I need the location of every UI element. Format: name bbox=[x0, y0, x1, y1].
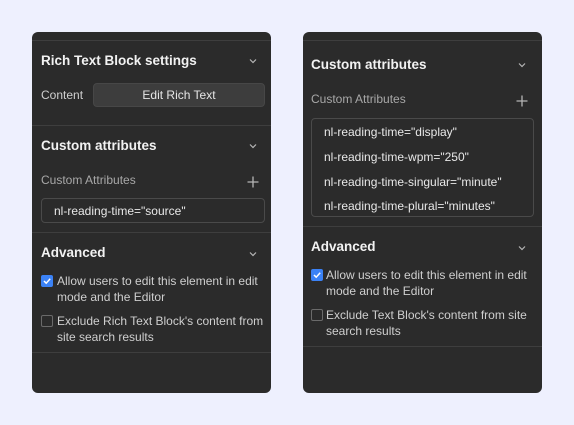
custom-attributes-label: Custom Attributes bbox=[41, 173, 136, 187]
exclude-search-label-line2: search results bbox=[326, 324, 401, 338]
allow-edit-label-line2: mode and the Editor bbox=[57, 290, 166, 304]
edit-rich-text-button[interactable]: Edit Rich Text bbox=[93, 83, 265, 107]
chevron-down-icon[interactable] bbox=[249, 250, 257, 258]
allow-edit-label-line1: Allow users to edit this element in edit bbox=[57, 274, 258, 288]
attribute-entry[interactable]: nl-reading-time-singular="minute" bbox=[324, 175, 502, 189]
allow-edit-checkbox[interactable] bbox=[41, 275, 53, 287]
advanced-title: Advanced bbox=[311, 239, 376, 254]
exclude-search-label-line1: Exclude Rich Text Block's content from bbox=[57, 314, 264, 328]
divider bbox=[32, 232, 271, 233]
attributes-list: nl-reading-time="source" bbox=[41, 198, 265, 223]
custom-attributes-title: Custom attributes bbox=[41, 138, 157, 153]
chevron-down-icon[interactable] bbox=[249, 142, 257, 150]
exclude-search-label-line1: Exclude Text Block's content from site bbox=[326, 308, 527, 322]
divider bbox=[32, 125, 271, 126]
allow-edit-label-line2: mode and the Editor bbox=[326, 284, 435, 298]
left-settings-panel: Rich Text Block settings Content Edit Ri… bbox=[32, 32, 271, 393]
exclude-search-label-line2: site search results bbox=[57, 330, 154, 344]
attributes-list: nl-reading-time="display" nl-reading-tim… bbox=[311, 118, 534, 217]
divider bbox=[303, 346, 542, 347]
divider bbox=[303, 226, 542, 227]
exclude-search-label: Exclude Text Block's content from site s… bbox=[326, 307, 538, 339]
content-label: Content bbox=[41, 88, 84, 102]
divider bbox=[32, 352, 271, 353]
right-settings-panel: Custom attributes Custom Attributes nl-r… bbox=[303, 32, 542, 393]
advanced-title: Advanced bbox=[41, 245, 106, 260]
allow-edit-checkbox[interactable] bbox=[311, 269, 323, 281]
plus-icon[interactable] bbox=[247, 176, 259, 188]
attribute-entry[interactable]: nl-reading-time="display" bbox=[324, 125, 457, 139]
chevron-down-icon[interactable] bbox=[518, 244, 526, 252]
exclude-search-label: Exclude Rich Text Block's content from s… bbox=[57, 313, 267, 345]
exclude-search-checkbox[interactable] bbox=[41, 315, 53, 327]
rich-text-settings-title: Rich Text Block settings bbox=[41, 53, 197, 68]
allow-edit-label-line1: Allow users to edit this element in edit bbox=[326, 268, 527, 282]
divider bbox=[32, 40, 271, 41]
attribute-entry[interactable]: nl-reading-time-wpm="250" bbox=[324, 150, 469, 164]
chevron-down-icon[interactable] bbox=[518, 61, 526, 69]
attribute-entry[interactable]: nl-reading-time="source" bbox=[54, 204, 186, 218]
custom-attributes-label: Custom Attributes bbox=[311, 92, 406, 106]
chevron-down-icon[interactable] bbox=[249, 57, 257, 65]
custom-attributes-title: Custom attributes bbox=[311, 57, 427, 72]
allow-edit-label: Allow users to edit this element in edit… bbox=[57, 273, 267, 305]
attribute-entry[interactable]: nl-reading-time-plural="minutes" bbox=[324, 199, 495, 213]
divider bbox=[303, 40, 542, 41]
plus-icon[interactable] bbox=[516, 95, 528, 107]
exclude-search-checkbox[interactable] bbox=[311, 309, 323, 321]
allow-edit-label: Allow users to edit this element in edit… bbox=[326, 267, 538, 299]
